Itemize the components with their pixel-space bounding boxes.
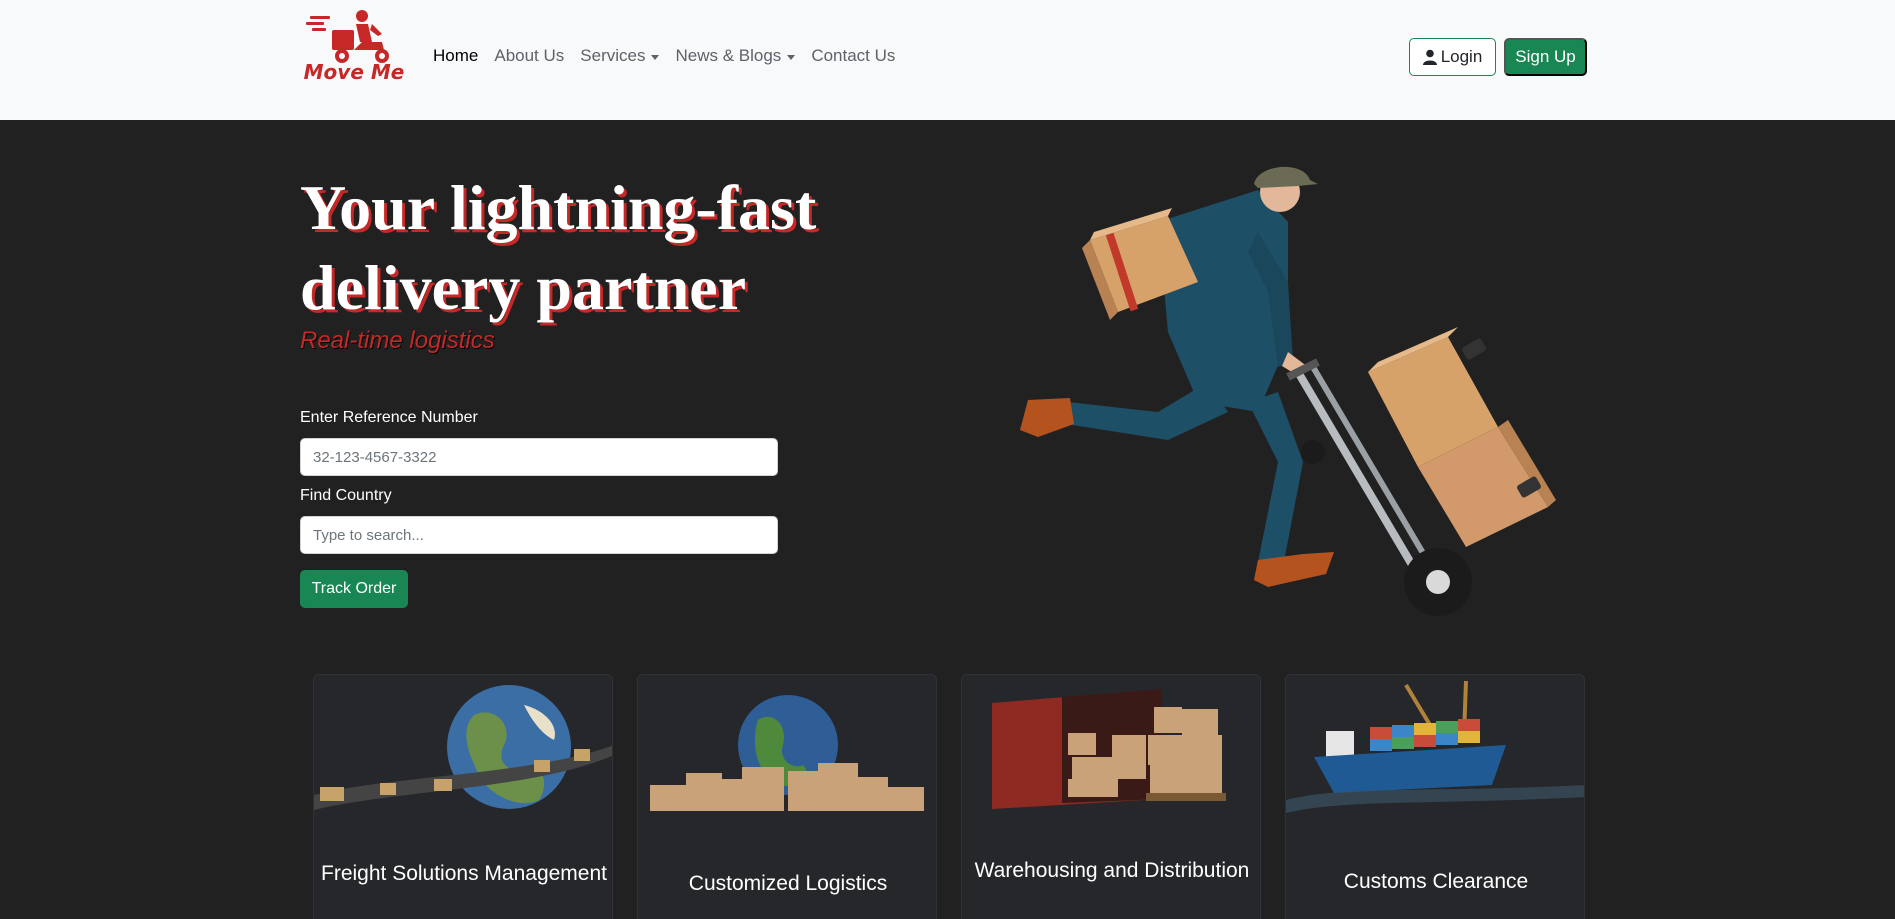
nav-services-dropdown[interactable]: Services xyxy=(572,44,667,68)
service-card-warehousing[interactable]: Warehousing and Distribution xyxy=(961,674,1261,919)
reference-number-input[interactable] xyxy=(300,438,778,476)
navbar: Move Me Home About Us Services News & Bl… xyxy=(0,0,1895,120)
container-icon xyxy=(992,689,1226,809)
service-title-freight: Freight Solutions Management xyxy=(321,862,607,885)
track-order-button[interactable]: Track Order xyxy=(300,570,408,608)
signup-button[interactable]: Sign Up xyxy=(1504,38,1587,76)
service-card-freight[interactable]: Freight Solutions Management xyxy=(313,674,613,919)
cargo-ship-icon xyxy=(1286,680,1584,813)
hero-subtitle: Real-time logistics xyxy=(300,327,495,354)
nav-home[interactable]: Home xyxy=(425,44,486,68)
caret-down-icon xyxy=(787,54,796,60)
service-card-logistics[interactable]: Customized Logistics xyxy=(637,674,937,919)
nav-contact-us[interactable]: Contact Us xyxy=(803,44,903,68)
main-nav: Home About Us Services News & Blogs Cont… xyxy=(425,44,903,68)
nav-news-blogs-label: News & Blogs xyxy=(675,46,782,65)
find-country-label: Find Country xyxy=(300,487,392,504)
delivery-scooter-icon xyxy=(306,10,389,63)
login-button[interactable]: Login xyxy=(1409,38,1496,76)
reference-number-label: Enter Reference Number xyxy=(300,409,478,426)
globe-conveyor-icon xyxy=(314,685,612,810)
hero-title: Your lightning-fast delivery partner xyxy=(300,172,817,323)
brand-name: Move Me xyxy=(303,60,405,84)
service-title-warehousing: Warehousing and Distribution xyxy=(974,859,1250,882)
nav-services-label: Services xyxy=(580,46,646,65)
nav-contact-us-label: Contact Us xyxy=(811,46,896,65)
nav-home-label: Home xyxy=(433,46,479,65)
service-title-logistics: Customized Logistics xyxy=(688,872,888,895)
service-title-customs: Customs Clearance xyxy=(1343,870,1529,893)
delivery-man-illustration xyxy=(1020,166,1556,616)
nav-about-us[interactable]: About Us xyxy=(486,44,572,68)
globe-boxes-icon xyxy=(650,695,924,811)
caret-down-icon xyxy=(651,54,660,60)
country-search-input[interactable] xyxy=(300,516,778,554)
nav-news-blogs-dropdown[interactable]: News & Blogs xyxy=(667,44,803,68)
signup-label: Sign Up xyxy=(1515,47,1576,66)
service-card-customs[interactable]: Customs Clearance xyxy=(1285,674,1585,919)
user-icon xyxy=(1422,49,1437,65)
brand-logo[interactable]: Move Me xyxy=(302,10,406,86)
nav-about-us-label: About Us xyxy=(494,46,565,65)
login-label: Login xyxy=(1440,47,1483,66)
